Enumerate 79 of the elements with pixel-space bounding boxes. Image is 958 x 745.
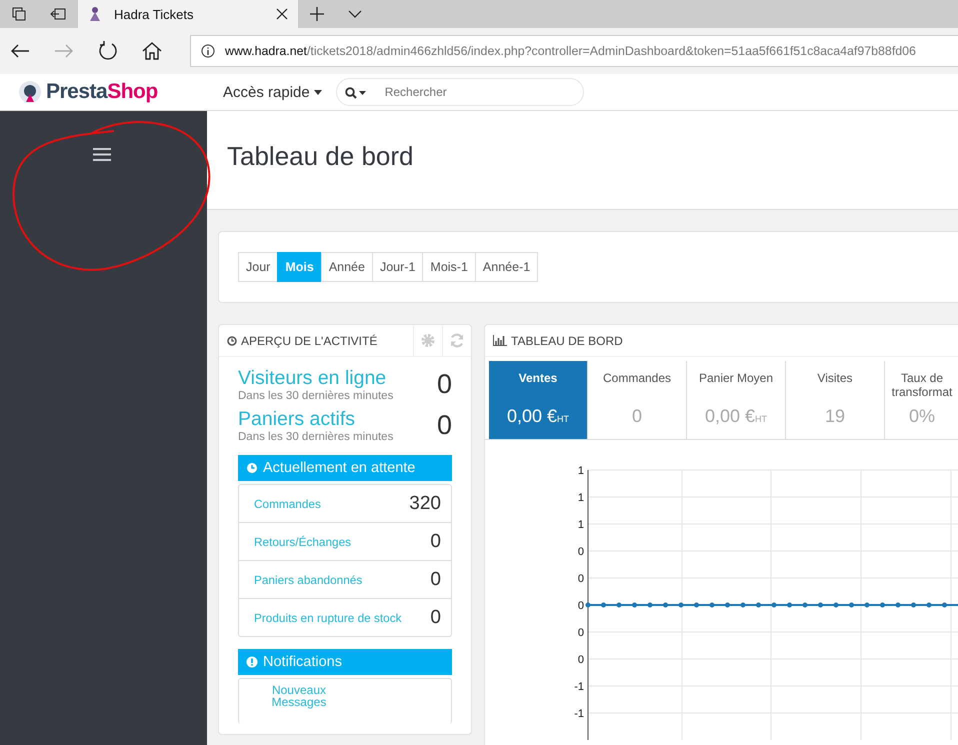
data-point: [818, 602, 823, 608]
y-tick-label: 1: [578, 465, 584, 477]
page-title: Tableau de bord: [227, 140, 414, 172]
period-button[interactable]: Jour: [238, 252, 278, 282]
new-tab-icon[interactable]: [310, 7, 324, 21]
panel-title: APERÇU DE L'ACTIVITÉ: [241, 334, 378, 348]
logo-icon: [18, 80, 42, 104]
kpi-tab[interactable]: Commandes 0: [588, 361, 687, 439]
stat-value: 0: [436, 369, 452, 400]
data-point: [834, 602, 838, 608]
period-button[interactable]: Jour-1: [372, 252, 424, 282]
data-point: [926, 602, 932, 608]
data-point: [787, 602, 792, 608]
data-point: [601, 602, 606, 608]
period-button[interactable]: Année-1: [474, 252, 538, 282]
stat-caption: Dans les 30 dernières minutes: [238, 431, 394, 443]
y-tick-label: 1: [578, 492, 584, 504]
close-icon[interactable]: [276, 8, 288, 20]
kpi-tab[interactable]: Panier Moyen 0,00 €HT: [687, 361, 786, 439]
logo-text: PrestaShop: [46, 80, 158, 104]
data-point: [694, 602, 699, 608]
y-tick-label: 0: [578, 546, 584, 558]
y-tick-label: 0: [578, 654, 584, 666]
data-point: [725, 602, 730, 608]
data-point: [772, 602, 776, 608]
data-point: [648, 602, 652, 608]
address-field[interactable]: www.hadra.net/tickets2018/admin466zhld56/index.php?controller=AdminDashboard&token=51aa5f661f51c8aca4af97b88fd06: [190, 35, 958, 67]
refresh-icon[interactable]: [98, 41, 118, 61]
data-point: [849, 602, 854, 608]
clock-icon: [246, 462, 258, 474]
kpi-tab[interactable]: Taux de transformat 0%: [885, 361, 958, 439]
bar-chart-icon: [493, 335, 507, 346]
chevron-down-icon[interactable]: [348, 10, 362, 18]
pending-count: 0: [430, 606, 441, 628]
data-point: [942, 602, 947, 608]
info-icon: [201, 44, 215, 58]
data-point: [616, 602, 622, 608]
y-tick-label: 1: [578, 519, 584, 531]
home-icon[interactable]: [142, 42, 162, 60]
stat-value: 0: [436, 410, 452, 441]
y-tick-label: 0: [578, 573, 584, 585]
kpi-tab[interactable]: Visites 19: [786, 361, 885, 439]
stat-caption: Dans les 30 dernières minutes: [238, 390, 394, 402]
data-point: [586, 602, 590, 608]
menu-icon[interactable]: [93, 148, 111, 161]
section-header: Actuellement en attente: [238, 455, 452, 481]
browser-tab[interactable]: Hadra Tickets: [78, 0, 298, 28]
y-tick-label: 0: [578, 600, 584, 612]
pending-count: 0: [430, 568, 441, 590]
data-point: [802, 602, 808, 608]
data-point: [663, 602, 668, 608]
period-button[interactable]: Année: [320, 252, 373, 282]
section-header: Notifications: [238, 649, 452, 675]
clock-icon: [227, 336, 237, 346]
period-button[interactable]: Mois-1: [422, 252, 476, 282]
data-point: [740, 602, 746, 608]
y-tick-label: 0: [578, 627, 584, 639]
search-field[interactable]: Rechercher: [336, 78, 584, 106]
data-point: [710, 602, 714, 608]
y-tick-label: -1: [574, 708, 584, 720]
data-point: [880, 602, 885, 608]
caret-icon: [314, 90, 322, 94]
tab-back-icon[interactable]: [50, 8, 66, 20]
back-icon[interactable]: [10, 43, 30, 59]
tabs-icon[interactable]: [12, 7, 26, 21]
data-point: [896, 602, 900, 608]
quick-access-dropdown[interactable]: Accès rapide: [219, 82, 326, 102]
kpi-tab[interactable]: Ventes 0,00 €HT: [489, 361, 588, 439]
data-point: [756, 602, 761, 608]
pending-count: 0: [430, 530, 441, 552]
data-point: [632, 602, 637, 608]
data-point: [678, 602, 684, 608]
panel-title: TABLEAU DE BORD: [511, 334, 623, 348]
favicon-icon: [88, 6, 102, 22]
data-point: [864, 602, 870, 608]
pending-count: 320: [409, 492, 441, 514]
alert-icon: [246, 656, 258, 668]
data-point: [911, 602, 916, 608]
y-tick-label: -1: [574, 681, 584, 693]
